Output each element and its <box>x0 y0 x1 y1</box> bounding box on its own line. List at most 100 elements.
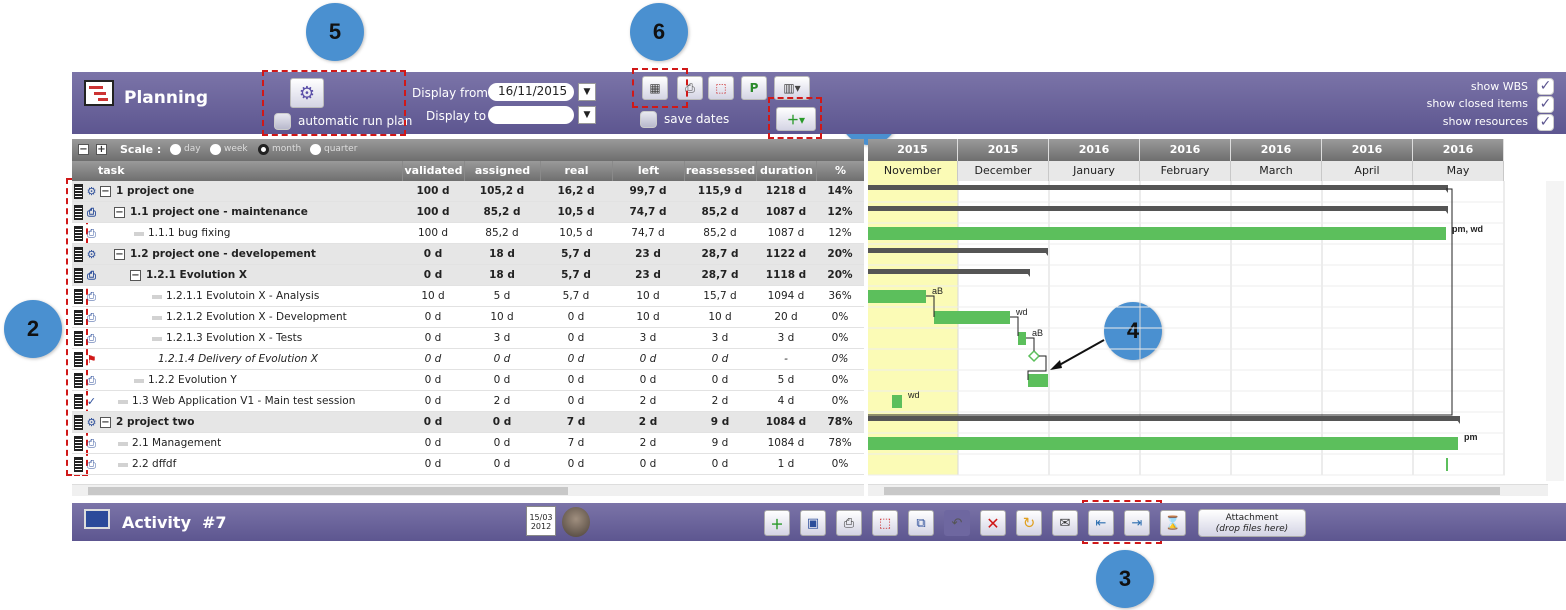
drag-handle-icon[interactable] <box>74 289 83 304</box>
cell-validated: 0 d <box>424 353 442 365</box>
table-row[interactable]: ⎙ 1.2.2 Evolution Y 0 d 0 d 0 d 0 d 0 d 5 d 0% <box>72 370 864 391</box>
print-button-footer[interactable]: ⎙ <box>836 510 862 536</box>
drag-handle-icon[interactable] <box>74 331 83 346</box>
scale-month-radio[interactable] <box>258 144 269 155</box>
cell-validated: 0 d <box>424 458 442 470</box>
table-row[interactable]: ⎙ 2.2 dffdf 0 d 0 d 0 d 0 d 0 d 1 d 0% <box>72 454 864 475</box>
col-assigned[interactable]: assigned <box>464 161 540 181</box>
display-from-input[interactable]: 16/11/2015 <box>488 83 574 101</box>
gantt-hscrollbar[interactable] <box>868 484 1548 496</box>
delete-button[interactable]: ✕ <box>980 510 1006 536</box>
cell-validated: 0 d <box>423 248 443 260</box>
table-row[interactable]: ⎙ −1.1 project one - maintenance 100 d 85,2… <box>72 202 864 223</box>
task-name[interactable]: 1.3 Web Application V1 - Main test sessi… <box>132 391 355 412</box>
leaf-icon <box>134 232 144 236</box>
collapse-toggle-icon[interactable]: − <box>114 207 125 218</box>
table-row[interactable]: ⚙ −2 project two 0 d 0 d 7 d 2 d 9 d 1084 d 78% <box>72 412 864 433</box>
col-task[interactable]: task <box>72 161 402 181</box>
table-row[interactable]: ⎙ 1.1.1 bug fixing 100 d 85,2 d 10,5 d 74,7 d… <box>72 223 864 244</box>
table-hscrollbar[interactable] <box>72 484 864 496</box>
expand-all-button[interactable]: + <box>96 144 107 155</box>
drag-handle-icon[interactable] <box>74 394 83 409</box>
attachment-dropzone[interactable]: Attachment (drop files here) <box>1198 509 1306 537</box>
table-row[interactable]: ⎙ 1.2.1.3 Evolution X - Tests 0 d 3 d 0 d 3 d… <box>72 328 864 349</box>
drag-handle-icon[interactable] <box>74 352 83 367</box>
cell-left: 2 d <box>639 437 657 449</box>
collapse-toggle-icon[interactable]: − <box>130 270 141 281</box>
display-to-input[interactable] <box>488 106 574 124</box>
save-button[interactable]: ▣ <box>800 510 826 536</box>
drag-handle-icon[interactable] <box>74 457 83 472</box>
table-row[interactable]: ✓ 1.3 Web Application V1 - Main test sess… <box>72 391 864 412</box>
show-resources-checkbox[interactable]: ✓ <box>1537 114 1554 131</box>
refresh-button[interactable]: ↻ <box>1016 510 1042 536</box>
show-closed-checkbox[interactable]: ✓ <box>1537 96 1554 113</box>
email-button[interactable]: ✉ <box>1052 510 1078 536</box>
drag-handle-icon[interactable] <box>74 205 83 220</box>
gantt-chart: aB wd aB wd pm, wd pm <box>868 181 1505 476</box>
drag-handle-icon[interactable] <box>74 184 83 199</box>
scale-week-radio[interactable] <box>210 144 221 155</box>
task-name[interactable]: 2.1 Management <box>132 433 221 454</box>
display-from-dropdown[interactable]: ▼ <box>578 83 596 101</box>
task-name[interactable]: 1.2.1.3 Evolution X - Tests <box>166 328 302 349</box>
outdent-button[interactable]: ⇥ <box>1124 510 1150 536</box>
task-name[interactable]: 1.2 project one - developement <box>130 244 316 265</box>
collapse-toggle-icon[interactable]: − <box>114 249 125 260</box>
drag-handle-icon[interactable] <box>74 268 83 283</box>
col-validated[interactable]: validated <box>402 161 464 181</box>
col-duration[interactable]: duration <box>756 161 816 181</box>
table-row[interactable]: ⚑ 1.2.1.4 Delivery of Evolution X 0 d 0 d 0 … <box>72 349 864 370</box>
indent-button[interactable]: ⇤ <box>1088 510 1114 536</box>
cell-validated: 0 d <box>423 269 443 281</box>
undo-button[interactable]: ↶ <box>944 510 970 536</box>
task-name[interactable]: 1.2.1.4 Delivery of Evolution X <box>158 349 318 370</box>
drag-handle-icon[interactable] <box>74 226 83 241</box>
table-hscroll-thumb[interactable] <box>88 487 568 495</box>
table-row[interactable]: ⎙ −1.2.1 Evolution X 0 d 18 d 5,7 d 23 d 28,7 … <box>72 265 864 286</box>
scale-quarter-radio[interactable] <box>310 144 321 155</box>
project-icon: P <box>749 81 759 95</box>
cell-validated: 100 d <box>416 185 450 197</box>
task-name[interactable]: 1 project one <box>116 181 194 202</box>
task-name[interactable]: 2.2 dffdf <box>132 454 176 475</box>
gantt-task-bar <box>892 395 902 408</box>
task-name[interactable]: 1.2.1.1 Evolutoin X - Analysis <box>166 286 319 307</box>
gantt-vscrollbar[interactable] <box>1546 181 1564 481</box>
collapse-all-button[interactable]: − <box>78 144 89 155</box>
table-row[interactable]: ⎙ 1.2.1.1 Evolutoin X - Analysis 10 d 5 d 5,… <box>72 286 864 307</box>
drag-handle-icon[interactable] <box>74 436 83 451</box>
display-to-dropdown[interactable]: ▼ <box>578 106 596 124</box>
cell-pct: 0% <box>831 458 849 470</box>
collapse-toggle-icon[interactable]: − <box>100 417 111 428</box>
drag-handle-icon[interactable] <box>74 415 83 430</box>
copy-button[interactable]: ⧉ <box>908 510 934 536</box>
pdf-button[interactable]: ⬚ <box>708 76 734 100</box>
table-row[interactable]: ⎙ 2.1 Management 0 d 0 d 7 d 2 d 9 d 1084 d 78% <box>72 433 864 454</box>
project-export-button[interactable]: P <box>741 76 767 100</box>
col-left[interactable]: left <box>612 161 684 181</box>
drag-handle-icon[interactable] <box>74 310 83 325</box>
task-name[interactable]: 1.1.1 bug fixing <box>148 223 230 244</box>
collapse-toggle-icon[interactable]: − <box>100 186 111 197</box>
new-button[interactable]: ＋ <box>764 510 790 536</box>
table-row[interactable]: ⚙ −1.2 project one - developement 0 d 18 d 5… <box>72 244 864 265</box>
col-reassessed[interactable]: reassessed <box>684 161 756 181</box>
task-name[interactable]: 1.2.1 Evolution X <box>146 265 247 286</box>
col-real[interactable]: real <box>540 161 612 181</box>
drag-handle-icon[interactable] <box>74 247 83 262</box>
task-name[interactable]: 2 project two <box>116 412 194 433</box>
table-row[interactable]: ⎙ 1.2.1.2 Evolution X - Development 0 d 10 … <box>72 307 864 328</box>
save-dates-checkbox[interactable] <box>640 111 657 128</box>
pdf-button-footer[interactable]: ⬚ <box>872 510 898 536</box>
task-name[interactable]: 1.1 project one - maintenance <box>130 202 308 223</box>
gantt-hscroll-thumb[interactable] <box>884 487 1500 495</box>
drag-handle-icon[interactable] <box>74 373 83 388</box>
show-wbs-checkbox[interactable]: ✓ <box>1537 78 1554 95</box>
scale-day-radio[interactable] <box>170 144 181 155</box>
task-name[interactable]: 1.2.2 Evolution Y <box>148 370 237 391</box>
history-button[interactable]: ⌛ <box>1160 510 1186 536</box>
col-percent[interactable]: % <box>816 161 864 181</box>
task-name[interactable]: 1.2.1.2 Evolution X - Development <box>166 307 347 328</box>
table-row[interactable]: ⚙ −1 project one 100 d 105,2 d 16,2 d 99,7 d 1… <box>72 181 864 202</box>
